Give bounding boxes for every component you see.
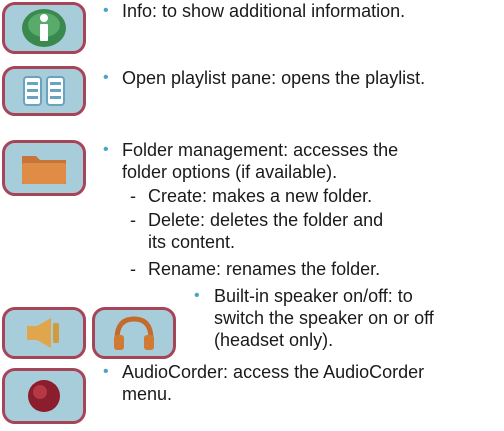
info-text: Info: to show additional information. <box>122 1 406 21</box>
folder-text-2: folder options (if available). <box>122 162 338 182</box>
dash: - <box>130 186 136 206</box>
dash: - <box>130 259 136 279</box>
speaker-text-2: switch the speaker on or off <box>214 308 434 328</box>
speaker-text-1: Built-in speaker on/off: to <box>214 286 413 306</box>
dash: - <box>130 210 136 230</box>
audiocorder-text-2: menu. <box>122 384 173 404</box>
info-icon <box>22 9 66 47</box>
playlist-pane-button <box>2 66 86 116</box>
speaker-text-3: (headset only). <box>214 330 334 350</box>
folder-icon <box>22 156 66 184</box>
bullet: • <box>103 69 109 86</box>
bullet: • <box>194 287 200 304</box>
delete-text-1: Delete: deletes the folder and <box>148 210 384 230</box>
info-button <box>2 2 86 54</box>
folder-text-1: Folder management: accesses the <box>122 140 399 160</box>
delete-text-2: its content. <box>148 232 236 252</box>
speaker-button <box>2 307 86 359</box>
playlist-text: Open playlist pane: opens the playlist. <box>122 68 426 88</box>
headset-icon <box>114 316 154 350</box>
bullet: • <box>103 141 109 158</box>
bullet: • <box>103 363 109 380</box>
folder-button <box>2 140 86 196</box>
create-text: Create: makes a new folder. <box>148 186 373 206</box>
headset-button <box>92 307 176 359</box>
rename-text: Rename: renames the folder. <box>148 259 381 279</box>
audiocorder-text-1: AudioCorder: access the AudioCorder <box>122 362 425 382</box>
audiocorder-button <box>2 368 86 424</box>
playlist-pane-icon <box>23 76 65 106</box>
speaker-icon <box>27 318 59 348</box>
audiocorder-icon <box>28 380 60 412</box>
bullet: • <box>103 2 109 19</box>
